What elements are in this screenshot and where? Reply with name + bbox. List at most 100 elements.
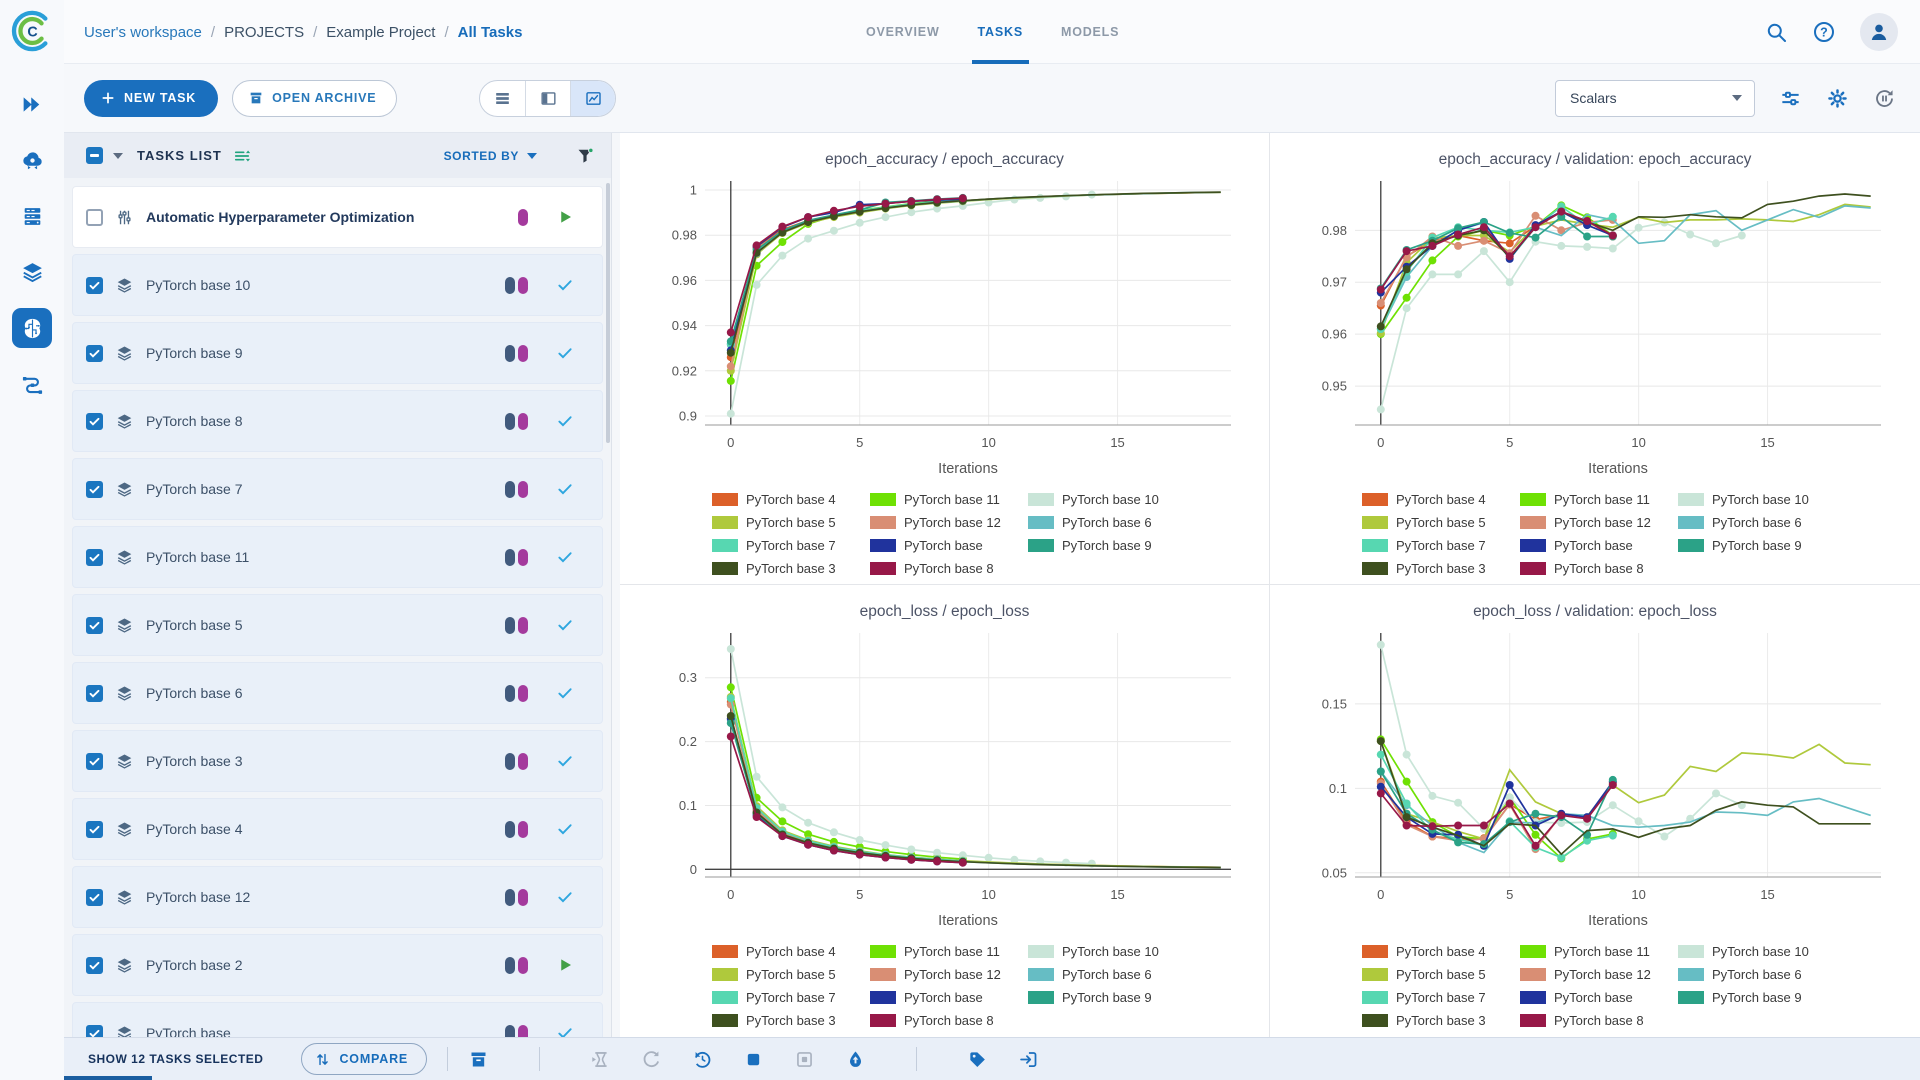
clearml-logo-icon[interactable]: C	[11, 10, 53, 52]
legend-item[interactable]: PyTorch base 7	[712, 986, 870, 1008]
sorted-by-button[interactable]: SORTED BY	[444, 149, 537, 163]
legend-item[interactable]: PyTorch base 8	[1520, 557, 1678, 579]
task-row[interactable]: Automatic Hyperparameter Optimization	[72, 186, 603, 248]
select-all-caret-icon[interactable]	[113, 152, 123, 159]
tab-tasks[interactable]: TASKS	[966, 0, 1035, 64]
abort-action-button[interactable]	[743, 1049, 764, 1070]
graph-settings-icon[interactable]	[1779, 87, 1802, 110]
legend-item[interactable]: PyTorch base 12	[870, 511, 1028, 533]
breadcrumb-item[interactable]: User's workspace	[84, 24, 202, 41]
legend-item[interactable]: PyTorch base 5	[1362, 963, 1520, 985]
legend-item[interactable]: PyTorch base 9	[1028, 986, 1186, 1008]
task-row[interactable]: PyTorch base 2	[72, 934, 603, 996]
task-row[interactable]: PyTorch base 4	[72, 798, 603, 860]
open-archive-button[interactable]: OPEN ARCHIVE	[232, 79, 398, 117]
task-row[interactable]: PyTorch base 11	[72, 526, 603, 588]
task-row[interactable]: PyTorch base	[72, 1002, 603, 1037]
legend-item[interactable]: PyTorch base 3	[1362, 557, 1520, 579]
table-view-button[interactable]	[480, 81, 525, 116]
legend-item[interactable]: PyTorch base 4	[712, 940, 870, 962]
legend-item[interactable]: PyTorch base	[1520, 534, 1678, 556]
legend-item[interactable]: PyTorch base	[870, 986, 1028, 1008]
legend-item[interactable]: PyTorch base 9	[1678, 534, 1836, 556]
retry-action-button[interactable]	[641, 1049, 662, 1070]
select-all-checkbox[interactable]	[86, 147, 103, 164]
chart-view-button[interactable]	[570, 80, 616, 116]
legend-item[interactable]: PyTorch base 3	[712, 557, 870, 579]
legend-item[interactable]: PyTorch base 10	[1028, 488, 1186, 510]
archive-action-button[interactable]	[468, 1049, 489, 1070]
chart-canvas[interactable]: 0.90.920.940.960.9810 5 10 15Iterations	[645, 169, 1245, 483]
task-row[interactable]: PyTorch base 9	[72, 322, 603, 384]
legend-item[interactable]: PyTorch base 10	[1678, 488, 1836, 510]
task-row[interactable]: PyTorch base 7	[72, 458, 603, 520]
task-checkbox[interactable]	[86, 616, 103, 634]
auto-refresh-icon[interactable]	[1873, 87, 1896, 110]
reset-action-button[interactable]	[692, 1049, 713, 1070]
legend-item[interactable]: PyTorch base 11	[1520, 488, 1678, 510]
sidebar-item-pipelines[interactable]	[12, 364, 52, 404]
legend-item[interactable]: PyTorch base 8	[870, 1009, 1028, 1031]
legend-item[interactable]: PyTorch base 12	[1520, 511, 1678, 533]
sidebar-item-workers-queues[interactable]	[12, 196, 52, 236]
sidebar-item-projects[interactable]	[12, 308, 52, 348]
legend-item[interactable]: PyTorch base 11	[870, 488, 1028, 510]
settings-gear-icon[interactable]	[1826, 87, 1849, 110]
legend-item[interactable]: PyTorch base 7	[1362, 534, 1520, 556]
breadcrumb-item[interactable]: PROJECTS	[224, 24, 304, 41]
move-to-project-action-button[interactable]	[1018, 1049, 1039, 1070]
legend-item[interactable]: PyTorch base 8	[1520, 1009, 1678, 1031]
legend-item[interactable]: PyTorch base 9	[1028, 534, 1186, 556]
legend-item[interactable]: PyTorch base 6	[1028, 963, 1186, 985]
legend-item[interactable]: PyTorch base 5	[712, 511, 870, 533]
legend-item[interactable]: PyTorch base 9	[1678, 986, 1836, 1008]
task-checkbox[interactable]	[86, 276, 103, 294]
task-row[interactable]: PyTorch base 8	[72, 390, 603, 452]
legend-item[interactable]: PyTorch base	[870, 534, 1028, 556]
sidebar-item-getting-started[interactable]	[12, 84, 52, 124]
legend-item[interactable]: PyTorch base 4	[1362, 940, 1520, 962]
chart-plot-area[interactable]: 0 0.1 0.2 0.3 0 5 10 15 Iterations	[645, 621, 1245, 940]
legend-item[interactable]: PyTorch base	[1520, 986, 1678, 1008]
breadcrumb-item[interactable]: All Tasks	[458, 24, 523, 41]
legend-item[interactable]: PyTorch base 3	[1362, 1009, 1520, 1031]
legend-item[interactable]: PyTorch base 6	[1028, 511, 1186, 533]
legend-item[interactable]: PyTorch base 3	[712, 1009, 870, 1031]
breadcrumb-item[interactable]: Example Project	[326, 24, 435, 41]
chart-canvas[interactable]: 0.95 0.96 0.97 0.98 0 5 10 15 Iterations	[1295, 169, 1895, 483]
task-checkbox[interactable]	[86, 684, 103, 702]
legend-item[interactable]: PyTorch base 7	[712, 534, 870, 556]
split-view-button[interactable]	[525, 80, 570, 116]
tags-action-button[interactable]	[967, 1049, 988, 1070]
task-checkbox[interactable]	[86, 208, 103, 226]
vertical-scrollbar-thumb[interactable]	[606, 183, 610, 443]
user-avatar[interactable]	[1860, 13, 1898, 51]
legend-item[interactable]: PyTorch base 10	[1678, 940, 1836, 962]
chart-plot-area[interactable]: 0.95 0.96 0.97 0.98 0 5 10 15 Iterations	[1295, 169, 1895, 488]
legend-item[interactable]: PyTorch base 4	[1362, 488, 1520, 510]
task-checkbox[interactable]	[86, 1024, 103, 1037]
legend-item[interactable]: PyTorch base 6	[1678, 511, 1836, 533]
filter-icon[interactable]	[575, 146, 595, 166]
search-icon[interactable]	[1764, 20, 1788, 44]
legend-item[interactable]: PyTorch base 12	[870, 963, 1028, 985]
legend-item[interactable]: PyTorch base 7	[1362, 986, 1520, 1008]
task-checkbox[interactable]	[86, 480, 103, 498]
legend-item[interactable]: PyTorch base 8	[870, 557, 1028, 579]
enqueue-action-button[interactable]	[590, 1049, 611, 1070]
task-checkbox[interactable]	[86, 344, 103, 362]
legend-item[interactable]: PyTorch base 10	[1028, 940, 1186, 962]
task-checkbox[interactable]	[86, 752, 103, 770]
publish-action-button[interactable]	[845, 1049, 866, 1070]
task-checkbox[interactable]	[86, 888, 103, 906]
task-row[interactable]: PyTorch base 12	[72, 866, 603, 928]
abort-all-children-action-button[interactable]	[794, 1049, 815, 1070]
task-checkbox[interactable]	[86, 412, 103, 430]
tab-models[interactable]: MODELS	[1049, 0, 1131, 64]
legend-item[interactable]: PyTorch base 4	[712, 488, 870, 510]
task-checkbox[interactable]	[86, 956, 103, 974]
legend-item[interactable]: PyTorch base 11	[1520, 940, 1678, 962]
task-row[interactable]: PyTorch base 6	[72, 662, 603, 724]
help-icon[interactable]: ?	[1812, 20, 1836, 44]
new-task-button[interactable]: NEW TASK	[84, 79, 219, 117]
